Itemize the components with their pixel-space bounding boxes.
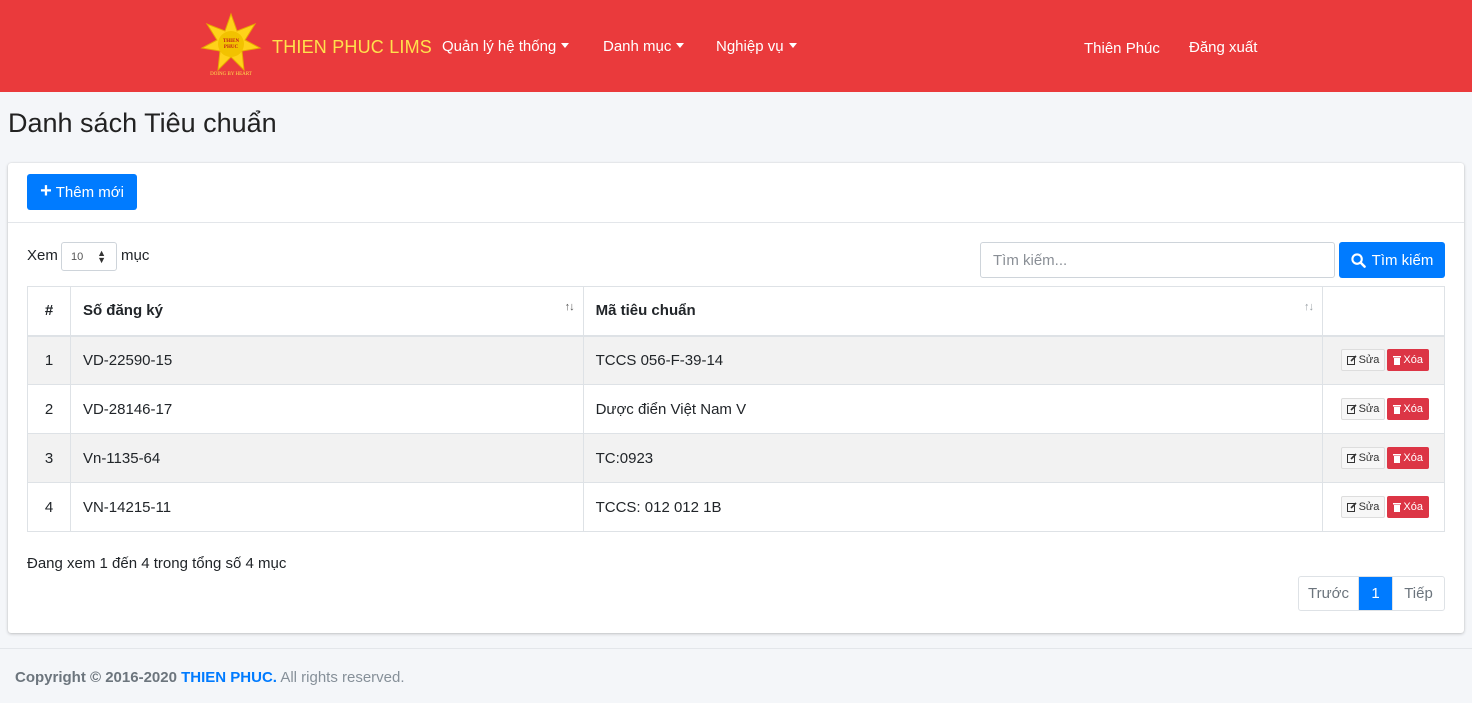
standard-code: TCCS 056-F-39-14 xyxy=(582,335,1324,385)
next-page-button[interactable]: Tiếp xyxy=(1392,577,1444,610)
row-actions: Sửa Xóa xyxy=(1322,433,1445,483)
footer-copyright: Copyright © 2016-2020 xyxy=(15,669,177,686)
delete-button[interactable]: Xóa xyxy=(1387,496,1429,518)
top-navbar: THIEN PHUC DOING BY HEART THIEN PHUC LIM… xyxy=(0,0,1472,92)
trash-icon xyxy=(1393,503,1402,512)
column-header-standard-code[interactable]: Mã tiêu chuẩn ↑↓ xyxy=(582,286,1324,337)
footer-company-link[interactable]: THIEN PHUC. xyxy=(181,669,277,686)
nav-operations[interactable]: Nghiệp vụ xyxy=(716,38,797,55)
column-header-registration-label: Số đăng ký xyxy=(82,302,163,320)
registration-number: VD-22590-15 xyxy=(69,335,584,385)
standards-card: + Thêm mới Xem 10 ▲▼ mục Tìm kiếm # Số đ… xyxy=(8,163,1464,633)
table-row: 1 VD-22590-15 TCCS 056-F-39-14 Sửa Xóa xyxy=(27,335,1445,385)
delete-button[interactable]: Xóa xyxy=(1387,447,1429,469)
search-icon xyxy=(1351,252,1366,268)
standard-code: TCCS: 012 012 1B xyxy=(582,482,1324,532)
registration-number: VD-28146-17 xyxy=(69,384,584,434)
delete-button[interactable]: Xóa xyxy=(1387,398,1429,420)
nav-catalog-label: Danh mục xyxy=(603,38,672,55)
pagination: Trước 1 Tiếp xyxy=(1298,576,1445,611)
logout-link[interactable]: Đăng xuất xyxy=(1189,39,1257,56)
row-index: 3 xyxy=(27,433,71,483)
add-new-label: Thêm mới xyxy=(55,183,124,201)
edit-button[interactable]: Sửa xyxy=(1340,398,1386,420)
footer-divider xyxy=(0,648,1472,649)
table-row: 2 VD-28146-17 Dược điển Việt Nam V Sửa Xóa xyxy=(27,384,1445,434)
table-header-row: # Số đăng ký ↑↓ Mã tiêu chuẩn ↑↓ xyxy=(27,286,1445,337)
footer: Copyright © 2016-2020 THIEN PHUC. All ri… xyxy=(15,669,405,686)
page-button-current[interactable]: 1 xyxy=(1359,577,1392,610)
edit-button[interactable]: Sửa xyxy=(1340,349,1386,372)
table-info: Đang xem 1 đến 4 trong tổng số 4 mục xyxy=(27,555,287,572)
delete-button[interactable]: Xóa xyxy=(1387,349,1429,372)
card-header: + Thêm mới xyxy=(8,163,1464,223)
sort-icon: ↑↓ xyxy=(564,301,575,313)
delete-label: Xóa xyxy=(1403,501,1423,513)
registration-number: Vn-1135-64 xyxy=(69,433,584,483)
delete-label: Xóa xyxy=(1403,403,1423,415)
page-length-suffix: mục xyxy=(121,247,150,264)
row-index: 1 xyxy=(27,335,71,385)
column-header-standard-code-label: Mã tiêu chuẩn xyxy=(595,302,696,320)
column-header-actions xyxy=(1322,286,1445,337)
logo-text-bottom: PHUC xyxy=(224,45,239,50)
table-row: 3 Vn-1135-64 TC:0923 Sửa Xóa xyxy=(27,433,1445,483)
trash-icon xyxy=(1393,356,1402,366)
delete-label: Xóa xyxy=(1403,452,1423,464)
user-name-link[interactable]: Thiên Phúc xyxy=(1084,40,1160,57)
edit-label: Sửa xyxy=(1358,354,1380,367)
select-arrows-icon: ▲ ▼ xyxy=(97,248,106,265)
page-title: Danh sách Tiêu chuẩn xyxy=(8,108,277,138)
standard-code: TC:0923 xyxy=(582,433,1324,483)
standards-table: # Số đăng ký ↑↓ Mã tiêu chuẩn ↑↓ 1 VD-225… xyxy=(27,286,1445,532)
registration-number: VN-14215-11 xyxy=(69,482,584,532)
nav-operations-label: Nghiệp vụ xyxy=(716,38,784,55)
edit-button[interactable]: Sửa xyxy=(1340,496,1386,518)
nav-catalog[interactable]: Danh mục xyxy=(603,38,685,55)
sort-icon: ↑↓ xyxy=(1304,301,1314,313)
chevron-down-icon xyxy=(561,43,570,48)
chevron-down-icon xyxy=(676,43,685,48)
column-header-index: # xyxy=(27,286,71,337)
edit-label: Sửa xyxy=(1358,452,1380,464)
search-button-label: Tìm kiếm xyxy=(1371,251,1434,269)
edit-icon xyxy=(1346,355,1357,366)
row-actions: Sửa Xóa xyxy=(1322,384,1445,434)
trash-icon xyxy=(1393,405,1402,414)
brand-name[interactable]: THIEN PHUC LIMS xyxy=(272,37,432,58)
footer-rights: All rights reserved. xyxy=(280,669,405,686)
nav-system-management-label: Quản lý hệ thống xyxy=(442,38,557,55)
logo-text-top: THIEN xyxy=(223,39,240,44)
page-length-select[interactable]: 10 ▲ ▼ xyxy=(61,242,117,271)
logo-slogan: DOING BY HEART xyxy=(210,72,252,77)
delete-label: Xóa xyxy=(1403,354,1423,367)
column-header-registration[interactable]: Số đăng ký ↑↓ xyxy=(69,286,584,337)
edit-label: Sửa xyxy=(1358,403,1380,415)
page-length-value: 10 xyxy=(71,250,84,263)
search-button[interactable]: Tìm kiếm xyxy=(1339,242,1445,278)
plus-icon: + xyxy=(40,180,52,202)
standard-code: Dược điển Việt Nam V xyxy=(582,384,1324,434)
row-actions: Sửa Xóa xyxy=(1322,482,1445,532)
trash-icon xyxy=(1393,454,1402,463)
company-logo-icon[interactable]: THIEN PHUC DOING BY HEART xyxy=(200,12,262,78)
row-actions: Sửa Xóa xyxy=(1322,335,1445,385)
edit-icon xyxy=(1346,453,1357,463)
row-index: 2 xyxy=(27,384,71,434)
edit-button[interactable]: Sửa xyxy=(1340,447,1386,469)
row-index: 4 xyxy=(27,482,71,532)
edit-icon xyxy=(1346,502,1357,512)
add-new-button[interactable]: + Thêm mới xyxy=(27,174,137,210)
edit-label: Sửa xyxy=(1358,501,1380,513)
search-input[interactable] xyxy=(980,242,1335,278)
nav-system-management[interactable]: Quản lý hệ thống xyxy=(442,38,570,55)
previous-page-button[interactable]: Trước xyxy=(1299,577,1359,610)
page-length-prefix: Xem xyxy=(27,247,58,264)
table-row: 4 VN-14215-11 TCCS: 012 012 1B Sửa Xóa xyxy=(27,482,1445,532)
edit-icon xyxy=(1346,404,1357,414)
chevron-down-icon xyxy=(788,43,797,48)
